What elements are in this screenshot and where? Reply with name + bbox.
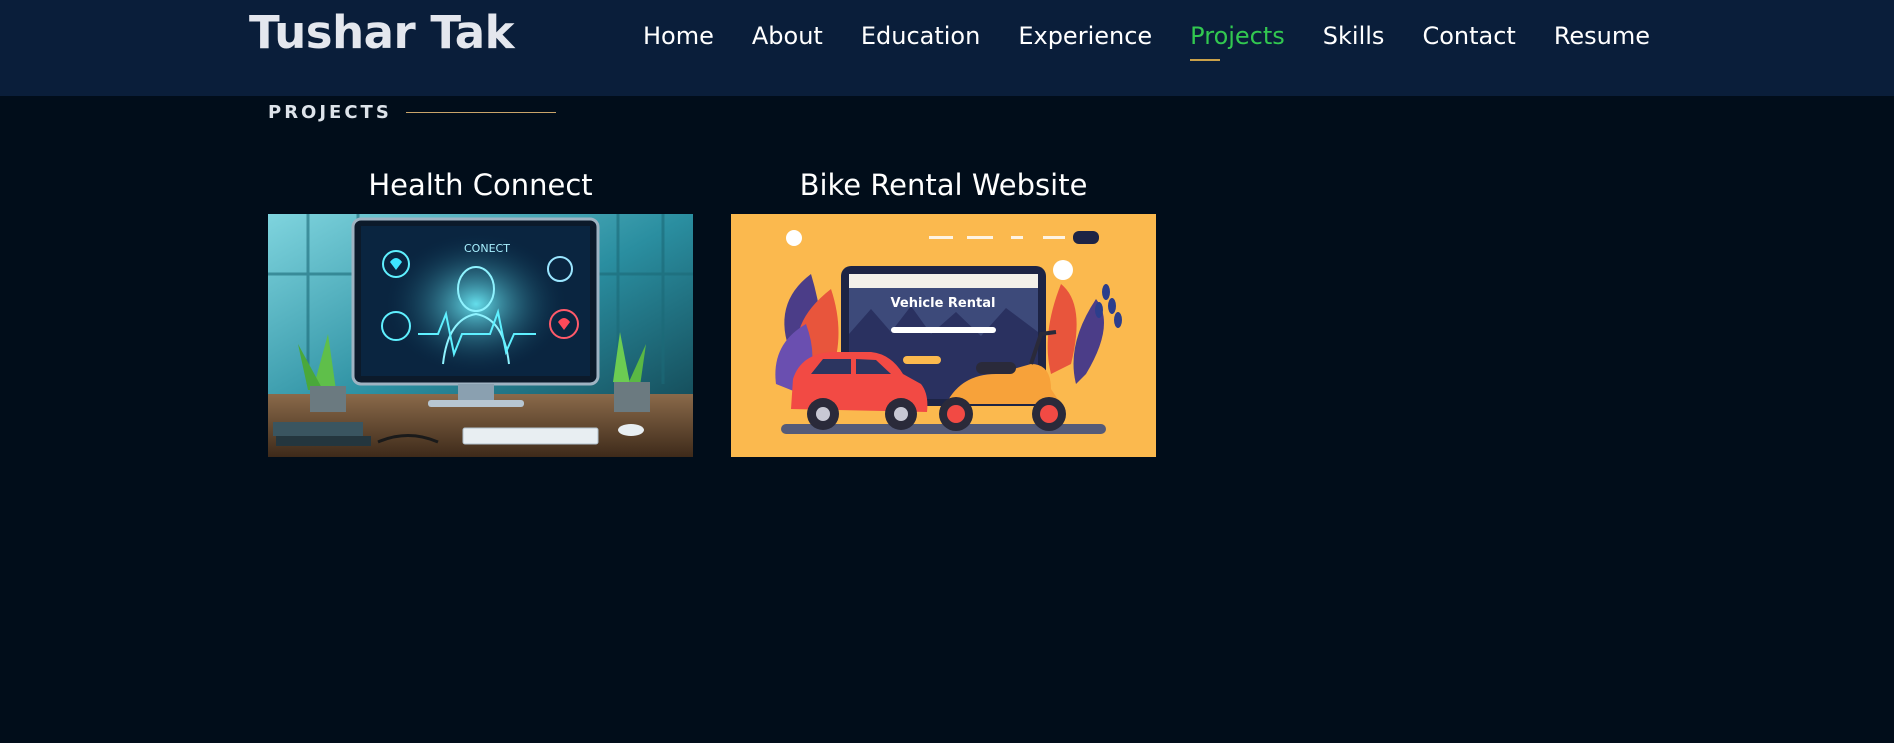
project-title: Health Connect [368,168,593,202]
nav-projects[interactable]: Projects [1190,22,1285,61]
nav-education[interactable]: Education [861,22,980,50]
nav-projects-label: Projects [1190,22,1285,50]
site-header: Tushar Tak Home About Education Experien… [0,0,1894,96]
section-heading-text: PROJECTS [268,102,392,123]
mockup-headline: Vehicle Rental [891,296,996,311]
nav-experience[interactable]: Experience [1018,22,1152,50]
project-card-health-connect[interactable]: Health Connect CONECT [268,164,693,457]
section-heading: PROJECTS [268,102,556,123]
nav-resume[interactable]: Resume [1554,22,1650,50]
project-image-health-connect[interactable]: CONECT [268,214,693,457]
project-title: Bike Rental Website [799,168,1088,202]
nav-skills[interactable]: Skills [1323,22,1385,50]
main-nav: Home About Education Experience Projects… [643,22,1650,61]
screen-title: CONECT [464,242,510,255]
nav-home[interactable]: Home [643,22,714,50]
nav-contact[interactable]: Contact [1422,22,1515,50]
nav-about[interactable]: About [752,22,823,50]
project-card-bike-rental[interactable]: Bike Rental Website Vehicle Rental [731,164,1156,457]
active-nav-underline [1190,59,1221,61]
site-logo[interactable]: Tushar Tak [249,6,515,59]
project-image-bike-rental[interactable]: Vehicle Rental [731,214,1156,457]
section-heading-line [405,112,556,113]
